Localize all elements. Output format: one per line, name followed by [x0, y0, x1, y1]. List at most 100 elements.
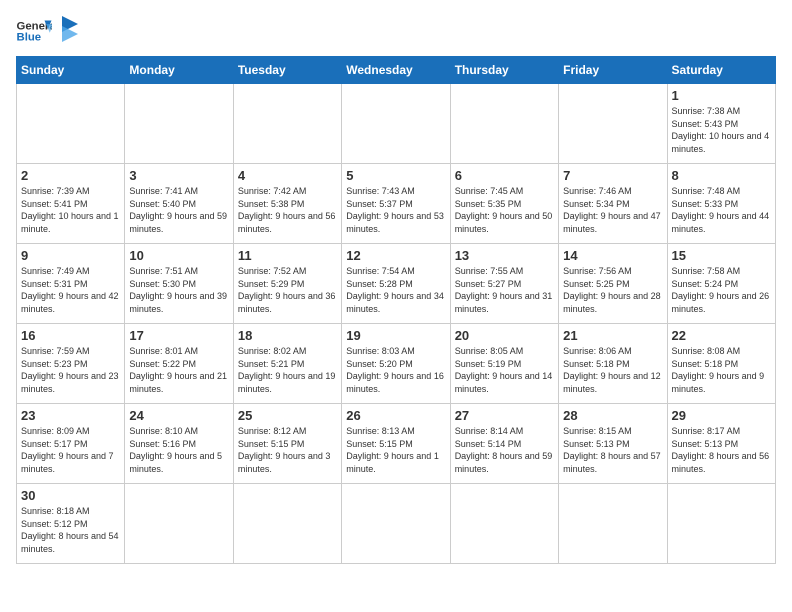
week-row-6: 30 Sunrise: 8:18 AMSunset: 5:12 PMDayligh… — [17, 484, 776, 564]
day-info: Sunrise: 7:43 AMSunset: 5:37 PMDaylight:… — [346, 185, 445, 235]
calendar-cell: 1Sunrise: 7:38 AMSunset: 5:43 PMDaylight… — [667, 84, 775, 164]
day-number: 15 — [672, 248, 771, 263]
day-info: Sunrise: 8:03 AMSunset: 5:20 PMDaylight:… — [346, 345, 445, 395]
day-info: Sunrise: 8:10 AMSunset: 5:16 PMDaylight:… — [129, 425, 228, 475]
day-number: 17 — [129, 328, 228, 343]
calendar-cell — [342, 484, 450, 564]
calendar-cell — [450, 84, 558, 164]
calendar-table: SundayMondayTuesdayWednesdayThursdayFrid… — [16, 56, 776, 564]
day-info: Sunrise: 8:08 AMSunset: 5:18 PMDaylight:… — [672, 345, 771, 395]
calendar-cell: 10 Sunrise: 7:51 AMSunset: 5:30 PMDayligh… — [125, 244, 233, 324]
calendar-cell: 29Sunrise: 8:17 AMSunset: 5:13 PMDayligh… — [667, 404, 775, 484]
day-info: Sunrise: 7:54 AMSunset: 5:28 PMDaylight:… — [346, 265, 445, 315]
day-info: Sunrise: 7:48 AMSunset: 5:33 PMDaylight:… — [672, 185, 771, 235]
calendar-cell — [125, 484, 233, 564]
calendar-cell: 2Sunrise: 7:39 AMSunset: 5:41 PMDaylight… — [17, 164, 125, 244]
calendar-cell: 13Sunrise: 7:55 AMSunset: 5:27 PMDayligh… — [450, 244, 558, 324]
day-number: 10 — [129, 248, 228, 263]
calendar-cell: 7Sunrise: 7:46 AMSunset: 5:34 PMDaylight… — [559, 164, 667, 244]
calendar-cell: 12 Sunrise: 7:54 AMSunset: 5:28 PMDayligh… — [342, 244, 450, 324]
calendar-cell: 11 Sunrise: 7:52 AMSunset: 5:29 PMDayligh… — [233, 244, 341, 324]
day-number: 18 — [238, 328, 337, 343]
calendar-cell: 23Sunrise: 8:09 AMSunset: 5:17 PMDayligh… — [17, 404, 125, 484]
day-number: 14 — [563, 248, 662, 263]
calendar-cell: 5Sunrise: 7:43 AMSunset: 5:37 PMDaylight… — [342, 164, 450, 244]
day-number: 9 — [21, 248, 120, 263]
calendar-cell: 30 Sunrise: 8:18 AMSunset: 5:12 PMDayligh… — [17, 484, 125, 564]
svg-text:Blue: Blue — [17, 32, 42, 44]
day-header-sunday: Sunday — [17, 57, 125, 84]
day-info: Sunrise: 7:46 AMSunset: 5:34 PMDaylight:… — [563, 185, 662, 235]
day-number: 2 — [21, 168, 120, 183]
calendar-cell: 21 Sunrise: 8:06 AMSunset: 5:18 PMDayligh… — [559, 324, 667, 404]
day-info: Sunrise: 8:13 AMSunset: 5:15 PMDaylight:… — [346, 425, 445, 475]
day-number: 1 — [672, 88, 771, 103]
day-info: Sunrise: 7:51 AMSunset: 5:30 PMDaylight:… — [129, 265, 228, 315]
day-info: Sunrise: 7:58 AMSunset: 5:24 PMDaylight:… — [672, 265, 771, 315]
day-number: 30 — [21, 488, 120, 503]
calendar-cell: 17 Sunrise: 8:01 AMSunset: 5:22 PMDayligh… — [125, 324, 233, 404]
calendar-cell: 22Sunrise: 8:08 AMSunset: 5:18 PMDayligh… — [667, 324, 775, 404]
calendar-cell — [233, 84, 341, 164]
week-row-3: 9 Sunrise: 7:49 AMSunset: 5:31 PMDaylight… — [17, 244, 776, 324]
day-number: 12 — [346, 248, 445, 263]
day-number: 21 — [563, 328, 662, 343]
day-info: Sunrise: 7:55 AMSunset: 5:27 PMDaylight:… — [455, 265, 554, 315]
day-info: Sunrise: 7:41 AMSunset: 5:40 PMDaylight:… — [129, 185, 228, 235]
day-info: Sunrise: 8:15 AMSunset: 5:13 PMDaylight:… — [563, 425, 662, 475]
calendar-cell: 6Sunrise: 7:45 AMSunset: 5:35 PMDaylight… — [450, 164, 558, 244]
calendar-cell: 14 Sunrise: 7:56 AMSunset: 5:25 PMDayligh… — [559, 244, 667, 324]
calendar-cell: 15 Sunrise: 7:58 AMSunset: 5:24 PMDayligh… — [667, 244, 775, 324]
day-info: Sunrise: 8:06 AMSunset: 5:18 PMDaylight:… — [563, 345, 662, 395]
day-info: Sunrise: 7:49 AMSunset: 5:31 PMDaylight:… — [21, 265, 120, 315]
calendar-cell — [559, 484, 667, 564]
calendar-cell — [559, 84, 667, 164]
day-info: Sunrise: 8:18 AMSunset: 5:12 PMDaylight:… — [21, 505, 120, 555]
day-number: 24 — [129, 408, 228, 423]
day-info: Sunrise: 8:02 AMSunset: 5:21 PMDaylight:… — [238, 345, 337, 395]
logo-flag-icon — [60, 16, 80, 46]
calendar-cell: 19 Sunrise: 8:03 AMSunset: 5:20 PMDayligh… — [342, 324, 450, 404]
day-info: Sunrise: 8:17 AMSunset: 5:13 PMDaylight:… — [672, 425, 771, 475]
day-header-tuesday: Tuesday — [233, 57, 341, 84]
calendar-cell — [450, 484, 558, 564]
day-header-monday: Monday — [125, 57, 233, 84]
calendar-cell: 18 Sunrise: 8:02 AMSunset: 5:21 PMDayligh… — [233, 324, 341, 404]
day-number: 27 — [455, 408, 554, 423]
page-header: General Blue — [16, 16, 776, 46]
calendar-cell: 4 Sunrise: 7:42 AMSunset: 5:38 PMDaylight… — [233, 164, 341, 244]
day-number: 3 — [129, 168, 228, 183]
day-number: 8 — [672, 168, 771, 183]
week-row-2: 2Sunrise: 7:39 AMSunset: 5:41 PMDaylight… — [17, 164, 776, 244]
day-info: Sunrise: 8:05 AMSunset: 5:19 PMDaylight:… — [455, 345, 554, 395]
day-info: Sunrise: 7:42 AMSunset: 5:38 PMDaylight:… — [238, 185, 337, 235]
day-number: 23 — [21, 408, 120, 423]
day-info: Sunrise: 8:01 AMSunset: 5:22 PMDaylight:… — [129, 345, 228, 395]
day-header-friday: Friday — [559, 57, 667, 84]
calendar-cell — [342, 84, 450, 164]
calendar-cell — [233, 484, 341, 564]
day-header-thursday: Thursday — [450, 57, 558, 84]
day-info: Sunrise: 8:12 AMSunset: 5:15 PMDaylight:… — [238, 425, 337, 475]
day-number: 25 — [238, 408, 337, 423]
calendar-cell: 25 Sunrise: 8:12 AMSunset: 5:15 PMDayligh… — [233, 404, 341, 484]
calendar-cell: 28Sunrise: 8:15 AMSunset: 5:13 PMDayligh… — [559, 404, 667, 484]
day-number: 4 — [238, 168, 337, 183]
day-info: Sunrise: 8:14 AMSunset: 5:14 PMDaylight:… — [455, 425, 554, 475]
week-row-4: 16Sunrise: 7:59 AMSunset: 5:23 PMDayligh… — [17, 324, 776, 404]
day-header-wednesday: Wednesday — [342, 57, 450, 84]
calendar-cell: 24 Sunrise: 8:10 AMSunset: 5:16 PMDayligh… — [125, 404, 233, 484]
calendar-cell: 8 Sunrise: 7:48 AMSunset: 5:33 PMDaylight… — [667, 164, 775, 244]
day-number: 16 — [21, 328, 120, 343]
day-info: Sunrise: 7:56 AMSunset: 5:25 PMDaylight:… — [563, 265, 662, 315]
calendar-cell: 3 Sunrise: 7:41 AMSunset: 5:40 PMDaylight… — [125, 164, 233, 244]
day-number: 19 — [346, 328, 445, 343]
day-number: 26 — [346, 408, 445, 423]
logo-icon: General Blue — [16, 17, 52, 45]
day-info: Sunrise: 7:52 AMSunset: 5:29 PMDaylight:… — [238, 265, 337, 315]
calendar-header-row: SundayMondayTuesdayWednesdayThursdayFrid… — [17, 57, 776, 84]
calendar-cell — [667, 484, 775, 564]
day-number: 11 — [238, 248, 337, 263]
calendar-cell: 16Sunrise: 7:59 AMSunset: 5:23 PMDayligh… — [17, 324, 125, 404]
calendar-cell — [125, 84, 233, 164]
